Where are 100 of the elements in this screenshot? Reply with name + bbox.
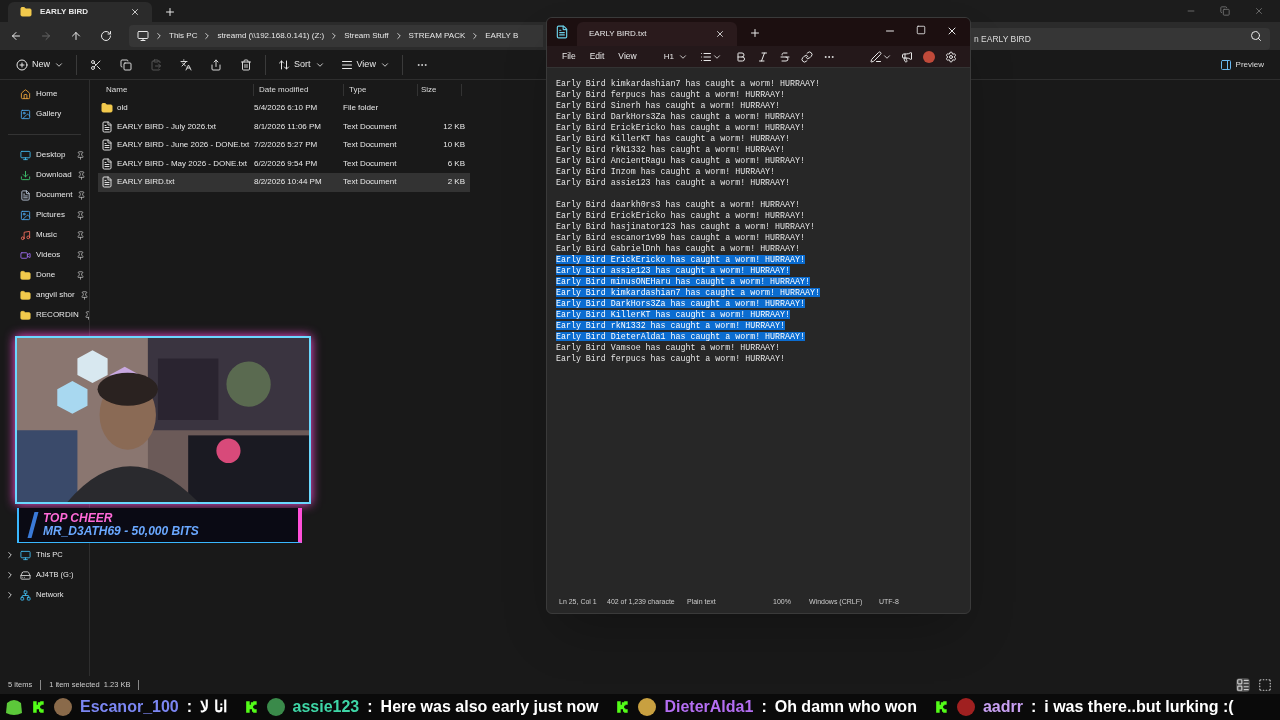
breadcrumb[interactable]: EARLY B: [485, 30, 519, 42]
sidebar-item[interactable]: Pictures: [0, 205, 89, 225]
rename-icon: [180, 58, 192, 71]
text-line: Early Bird AncientRagu has caught a worm! HURRAAY!: [556, 156, 805, 165]
details-view-icon[interactable]: [1236, 678, 1250, 692]
up-icon[interactable]: [70, 30, 82, 42]
view-icon: [340, 58, 353, 71]
text-line: Early Bird KillerKT has caught a worm! HURRAAY!: [556, 134, 790, 143]
search-field[interactable]: n EARLY BIRD: [970, 28, 1270, 50]
sidebar-item[interactable]: Document: [0, 185, 89, 205]
file-type: File folder: [343, 102, 380, 115]
plus-icon[interactable]: [164, 6, 176, 18]
folder-icon: [20, 269, 31, 281]
file-type: Text Document: [343, 176, 398, 189]
chat-message: انا لا: [200, 697, 227, 717]
file-row[interactable]: EARLY BIRD.txt 8/2/2026 10:44 PM Text Document 2 KB: [98, 173, 470, 192]
sidebar-item[interactable]: Home: [0, 84, 89, 104]
sidebar-item[interactable]: Gallery: [0, 104, 89, 124]
breadcrumb[interactable]: This PC: [169, 30, 198, 42]
kick-icon: [244, 700, 259, 714]
back-icon[interactable]: [10, 30, 22, 42]
kick-icon: [616, 700, 631, 714]
view-button[interactable]: View: [332, 52, 398, 77]
sort-icon: [278, 58, 290, 71]
maximize-icon[interactable]: [916, 25, 926, 35]
preview-button[interactable]: Preview: [1211, 58, 1272, 71]
network-icon: [20, 589, 31, 601]
menu-item[interactable]: File: [555, 50, 583, 63]
file-row[interactable]: EARLY BIRD - July 2026.txt 8/1/2026 11:06 PM Text Document 12 KB: [98, 117, 470, 136]
file-name: EARLY BIRD - May 2026 - DONE.txt: [117, 157, 247, 170]
new-button[interactable]: New: [8, 52, 72, 77]
notepad-icon: [555, 25, 569, 39]
tiles-view-icon[interactable]: [1258, 678, 1272, 692]
sidebar-item[interactable]: Music: [0, 225, 89, 245]
document-icon: [20, 189, 31, 201]
heading-button[interactable]: H1: [659, 50, 692, 63]
share-icon: [210, 58, 222, 71]
column-header[interactable]: Size: [417, 83, 462, 96]
kick-icon: [934, 700, 949, 714]
menu-item[interactable]: Edit: [582, 50, 612, 63]
file-type: Text Document: [343, 120, 398, 133]
document-icon: [101, 139, 113, 152]
trash-icon: [240, 58, 252, 71]
text-line: Early Bird ErickEricko has caught a worm! HURRAAY!: [556, 123, 805, 132]
menu-item[interactable]: View: [611, 50, 644, 63]
image-icon: [20, 209, 31, 221]
avatar-icon: [266, 698, 285, 716]
address-bar[interactable]: This PC streamd (\\192.168.0.141) (Z:) Stream Stuff STREAM PACK EARLY B: [129, 25, 543, 47]
folder-icon: [20, 289, 31, 301]
sidebar-item[interactable]: angvil shor: [0, 285, 89, 305]
sidebar-item[interactable]: Download: [0, 165, 89, 185]
avatar-icon: [638, 698, 657, 716]
close-icon[interactable]: [715, 29, 725, 39]
file-size: 6 KB: [447, 158, 465, 168]
sidebar-item[interactable]: Done: [0, 265, 89, 285]
file-date: 5/4/2026 6:10 PM: [253, 102, 319, 115]
column-header[interactable]: Type: [343, 83, 417, 96]
chat-username: assie123: [292, 697, 360, 717]
file-row[interactable]: old 5/4/2026 6:10 PM File folder: [98, 99, 470, 118]
window-tab[interactable]: EARLY BIRD.txt: [577, 22, 737, 46]
breadcrumb[interactable]: streamd (\\192.168.0.141) (Z:): [217, 30, 325, 42]
chat-message: Here was also early just now: [380, 697, 599, 717]
chat-separator: :: [367, 697, 373, 717]
document-icon: [101, 176, 113, 189]
text-line: Early Bird ErickEricko has caught a worm! HURRAAY!: [556, 211, 805, 220]
copy-icon: [120, 58, 132, 71]
window-tab[interactable]: EARLY BIRD: [8, 2, 152, 22]
file-name: EARLY BIRD.txt: [117, 176, 175, 189]
folder-icon: [20, 6, 32, 18]
accent-bar: [27, 512, 39, 538]
file-date: 8/2/2026 10:44 PM: [253, 176, 323, 189]
avatar-icon[interactable]: [923, 50, 935, 63]
list-icon: [700, 50, 712, 63]
column-header[interactable]: Date modified: [253, 83, 343, 96]
file-type: Text Document: [343, 157, 398, 170]
plus-icon[interactable]: [749, 27, 761, 39]
chat-username: DieterAlda1: [664, 697, 754, 717]
restore-icon[interactable]: [1220, 6, 1230, 16]
text-line: Early Bird GabrielDnh has caught a worm! HURRAAY!: [556, 244, 800, 253]
sidebar-item[interactable]: Videos: [0, 245, 89, 265]
clipboard-icon: [150, 58, 162, 71]
close-icon[interactable]: [130, 7, 140, 17]
close-icon[interactable]: [946, 25, 958, 37]
column-header[interactable]: Name: [98, 83, 253, 96]
file-date: 6/2/2026 9:54 PM: [253, 157, 319, 170]
sidebar-item[interactable]: RECORDIN: [0, 305, 89, 325]
sort-button[interactable]: Sort: [270, 52, 333, 77]
file-size: 10 KB: [443, 140, 465, 150]
file-row[interactable]: EARLY BIRD - May 2026 - DONE.txt 6/2/2026 9:54 PM Text Document 6 KB: [98, 154, 470, 173]
breadcrumb[interactable]: Stream Stuff: [344, 30, 389, 42]
refresh-icon[interactable]: [100, 30, 112, 42]
panel-icon: [1219, 58, 1232, 71]
breadcrumb[interactable]: STREAM PACK: [408, 30, 466, 42]
sidebar-item[interactable]: Desktop: [0, 145, 89, 165]
pen-icon: [870, 50, 882, 63]
file-date: 8/1/2026 11:06 PM: [253, 120, 322, 133]
text-line: Early Bird escanor1v99 has caught a worm! HURRAAY!: [556, 233, 805, 242]
file-row[interactable]: EARLY BIRD - June 2026 - DONE.txt 7/2/2026 5:27 PM Text Document 10 KB: [98, 136, 470, 155]
document-icon: [101, 157, 113, 170]
home-icon: [20, 88, 31, 100]
